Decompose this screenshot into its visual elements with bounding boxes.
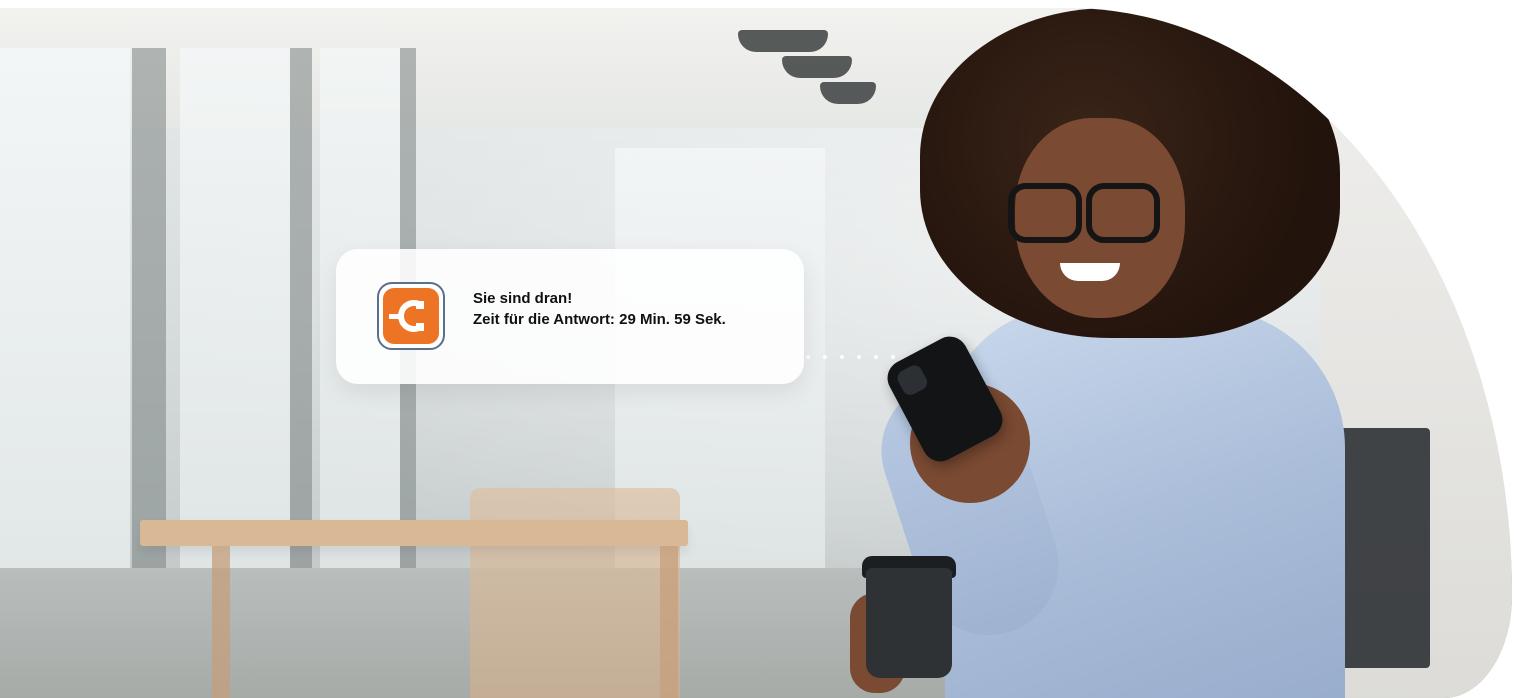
glasses-lens	[1008, 183, 1082, 243]
app-logo-fill	[383, 288, 439, 344]
push-notification[interactable]: Sie sind dran! Zeit für die Antwort: 29 …	[336, 249, 804, 384]
phone-camera	[894, 362, 930, 398]
c-letter-icon	[389, 300, 424, 332]
connector-dot	[840, 355, 844, 359]
ceiling-lamp	[782, 56, 852, 78]
office-window	[0, 48, 130, 648]
office-table	[140, 520, 688, 546]
connector-dot	[891, 355, 895, 359]
notification-connector	[806, 346, 908, 364]
coffee-cup	[866, 568, 952, 678]
hero-banner: Sie sind dran! Zeit für die Antwort: 29 …	[0, 0, 1518, 698]
table-leg	[212, 546, 230, 698]
notification-title: Sie sind dran!	[473, 290, 573, 307]
ceiling-lamp	[738, 30, 828, 52]
connector-dot	[823, 355, 827, 359]
app-logo-icon	[377, 282, 445, 350]
office-window	[180, 48, 290, 648]
smile	[1060, 263, 1120, 281]
glasses-lens	[1086, 183, 1160, 243]
table-leg	[660, 546, 678, 698]
glasses	[1000, 183, 1160, 243]
connector-dot	[874, 355, 878, 359]
connector-dot	[806, 355, 810, 359]
notification-body: Zeit für die Antwort: 29 Min. 59 Sek.	[473, 311, 726, 328]
connector-dot	[857, 355, 861, 359]
person-with-phone	[850, 8, 1370, 698]
